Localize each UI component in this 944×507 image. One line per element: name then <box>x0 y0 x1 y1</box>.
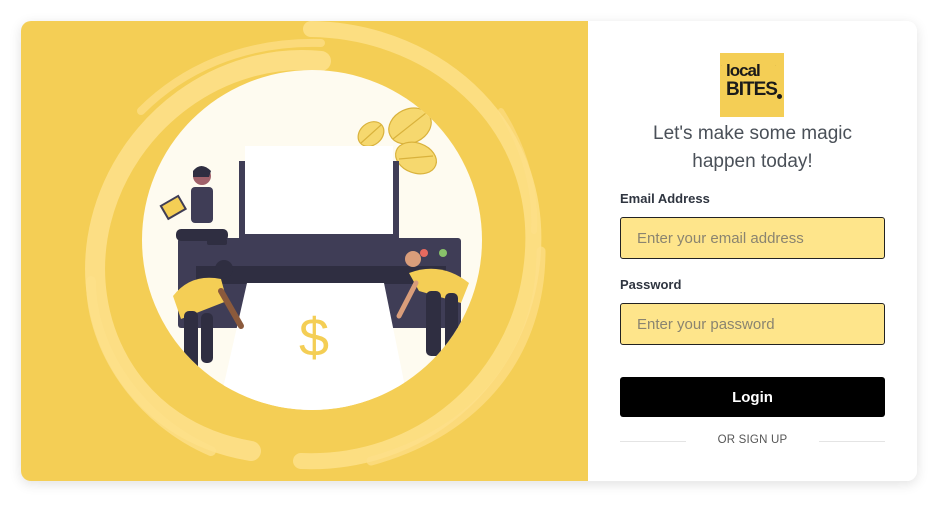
logo-text-line1: local <box>726 61 761 80</box>
logo-dot <box>777 94 782 99</box>
tagline: Let's make some magic happen today! <box>588 120 917 176</box>
localbites-logo: · local BITES · <box>720 53 784 117</box>
password-label: Password <box>620 277 682 292</box>
paper-sheet-top <box>245 146 393 234</box>
hero-illustration-panel: $ <box>21 21 588 481</box>
login-form-panel: · local BITES · Let's make some magic ha… <box>588 21 917 481</box>
tagline-line2: happen today! <box>692 151 813 172</box>
dollar-icon: $ <box>299 308 329 368</box>
email-input[interactable] <box>620 217 885 259</box>
printing-money-illustration: $ <box>85 21 546 470</box>
logo-mark-small-left: · <box>721 63 722 67</box>
email-label: Email Address <box>620 191 710 206</box>
logo-mark-small-right: · <box>775 63 776 67</box>
sign-up-link[interactable]: OR SIGN UP <box>588 434 917 446</box>
logo-text-line2: BITES <box>726 79 778 100</box>
divider-right <box>819 441 885 442</box>
login-card: $ · local BITES · Let's make some magic … <box>21 21 917 481</box>
password-input[interactable] <box>620 303 885 345</box>
tagline-line1: Let's make some magic <box>653 123 852 144</box>
login-button[interactable]: Login <box>620 377 885 417</box>
